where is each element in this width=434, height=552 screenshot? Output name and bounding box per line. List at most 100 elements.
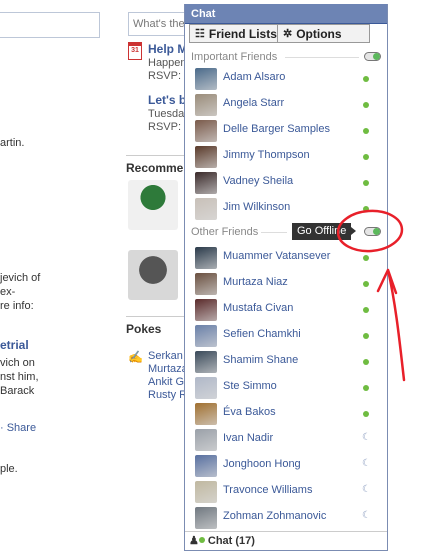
chat-friend-row[interactable]: Ivan Nadir ☾ xyxy=(195,427,377,451)
chat-tabs: ☷ Friend Lists ✲ Options xyxy=(189,24,370,45)
friend-name: Ste Simmo xyxy=(223,380,277,392)
left-text-1: artin. xyxy=(0,137,25,149)
friend-avatar xyxy=(195,94,217,116)
friend-avatar xyxy=(195,146,217,168)
online-dot-icon xyxy=(363,102,369,108)
options-button[interactable]: ✲ Options xyxy=(278,24,370,43)
chat-title[interactable]: Chat xyxy=(185,4,387,24)
friend-avatar xyxy=(195,403,217,425)
friend-lists-label: Friend Lists xyxy=(208,26,277,41)
friend-avatar xyxy=(195,325,217,347)
calendar-icon: 31 xyxy=(128,42,142,60)
friend-avatar xyxy=(195,507,217,529)
event-line-2b: RSVP: xyxy=(148,121,182,133)
friend-name: Zohman Zohmanovic xyxy=(223,510,327,522)
pokes-header: Pokes xyxy=(126,316,186,336)
online-dot-icon xyxy=(363,411,369,417)
friend-avatar xyxy=(195,429,217,451)
friend-name: Murtaza Niaz xyxy=(223,276,288,288)
chat-footer-bar[interactable]: ♟ Chat (17) xyxy=(185,531,387,551)
chat-friend-row[interactable]: Éva Bakos xyxy=(195,401,377,425)
online-dot-icon xyxy=(198,537,205,543)
left-story-link[interactable]: etrial xyxy=(0,338,29,352)
idle-moon-icon: ☾ xyxy=(362,510,371,521)
online-dot-icon xyxy=(363,180,369,186)
chat-friend-row[interactable]: Angela Starr xyxy=(195,92,377,116)
friend-avatar xyxy=(195,172,217,194)
friend-avatar xyxy=(195,351,217,373)
event-line-1a: Happen xyxy=(148,57,187,69)
important-friends-toggle[interactable] xyxy=(364,52,381,61)
chat-friend-row[interactable]: Travonce Williams ☾ xyxy=(195,479,377,503)
poke-name-1[interactable]: Serkan xyxy=(148,350,183,363)
options-label: Options xyxy=(296,26,342,41)
list-icon: ☷ xyxy=(195,28,205,40)
left-text-5: vich on xyxy=(0,357,35,369)
friend-name: Sefien Chamkhi xyxy=(223,328,301,340)
friend-avatar xyxy=(195,377,217,399)
recommendation-portrait-1[interactable] xyxy=(128,180,178,230)
group-divider xyxy=(285,57,359,58)
friend-avatar xyxy=(195,273,217,295)
left-text-6: nst him, xyxy=(0,371,39,383)
other-friends-label: Other Friends xyxy=(191,226,259,238)
online-dot-icon xyxy=(363,154,369,160)
idle-moon-icon: ☾ xyxy=(362,458,371,469)
friend-name: Jonghoon Hong xyxy=(223,458,301,470)
friend-name: Delle Barger Samples xyxy=(223,123,330,135)
friend-name: Adam Alsaro xyxy=(223,71,286,83)
chat-friend-row[interactable]: Zohman Zohmanovic ☾ xyxy=(195,505,377,529)
important-friends-label: Important Friends xyxy=(191,51,278,63)
friend-name: Angela Starr xyxy=(223,97,285,109)
friend-name: Travonce Williams xyxy=(223,484,313,496)
poke-name-2[interactable]: Murtaza xyxy=(148,363,188,376)
friend-name: Shamim Shane xyxy=(223,354,299,366)
friend-avatar xyxy=(195,68,217,90)
friend-avatar xyxy=(195,299,217,321)
left-text-7: Barack xyxy=(0,385,35,397)
group-divider xyxy=(261,232,287,233)
friend-name: Jim Wilkinson xyxy=(223,201,291,213)
event-line-1b: RSVP: xyxy=(148,70,182,82)
chat-people-icon: ♟ xyxy=(189,535,199,547)
friend-name: Vadney Sheila xyxy=(223,175,294,187)
friend-avatar xyxy=(195,455,217,477)
event-line-2a: Tuesda xyxy=(148,108,185,120)
search-input[interactable] xyxy=(0,12,100,38)
recommendation-portrait-2[interactable] xyxy=(128,250,178,300)
event-title-1[interactable]: Help M xyxy=(148,42,187,56)
idle-moon-icon: ☾ xyxy=(362,484,371,495)
chat-footer-label: Chat (17) xyxy=(207,535,255,547)
annotation-overlay xyxy=(336,209,406,382)
left-text-3: ex- xyxy=(0,286,16,298)
left-text-2: jevich of xyxy=(0,272,41,284)
friend-name: Ivan Nadir xyxy=(223,432,274,444)
annotation-arrow xyxy=(376,268,406,382)
poke-icon: ✍ xyxy=(128,350,143,364)
friend-avatar xyxy=(195,247,217,269)
annotation-circle xyxy=(336,209,404,253)
chat-friend-row[interactable]: Vadney Sheila xyxy=(195,170,377,194)
left-text-4: re info: xyxy=(0,300,34,312)
chat-friend-row[interactable]: Jonghoon Hong ☾ xyxy=(195,453,377,477)
chat-friend-row[interactable]: Jimmy Thompson xyxy=(195,144,377,168)
event-title-2[interactable]: Let's b xyxy=(148,93,186,107)
friend-name: Jimmy Thompson xyxy=(223,149,310,161)
online-dot-icon xyxy=(363,128,369,134)
share-link[interactable]: · Share xyxy=(0,422,36,434)
friend-avatar xyxy=(195,198,217,220)
gear-icon: ✲ xyxy=(283,28,293,40)
friend-avatar xyxy=(195,481,217,503)
left-text-8: ple. xyxy=(0,463,18,475)
friend-name: Muammer Vatansever xyxy=(223,250,331,262)
friend-name: Éva Bakos xyxy=(223,406,276,418)
chat-friend-row[interactable]: Delle Barger Samples xyxy=(195,118,377,142)
friend-lists-button[interactable]: ☷ Friend Lists xyxy=(189,24,278,43)
chat-friend-row[interactable]: Adam Alsaro xyxy=(195,66,377,90)
friend-name: Mustafa Civan xyxy=(223,302,294,314)
poke-name-4[interactable]: Rusty R xyxy=(148,389,187,402)
friend-avatar xyxy=(195,120,217,142)
online-dot-icon xyxy=(363,76,369,82)
idle-moon-icon: ☾ xyxy=(362,432,371,443)
recommendations-header: Recomme xyxy=(126,155,186,175)
